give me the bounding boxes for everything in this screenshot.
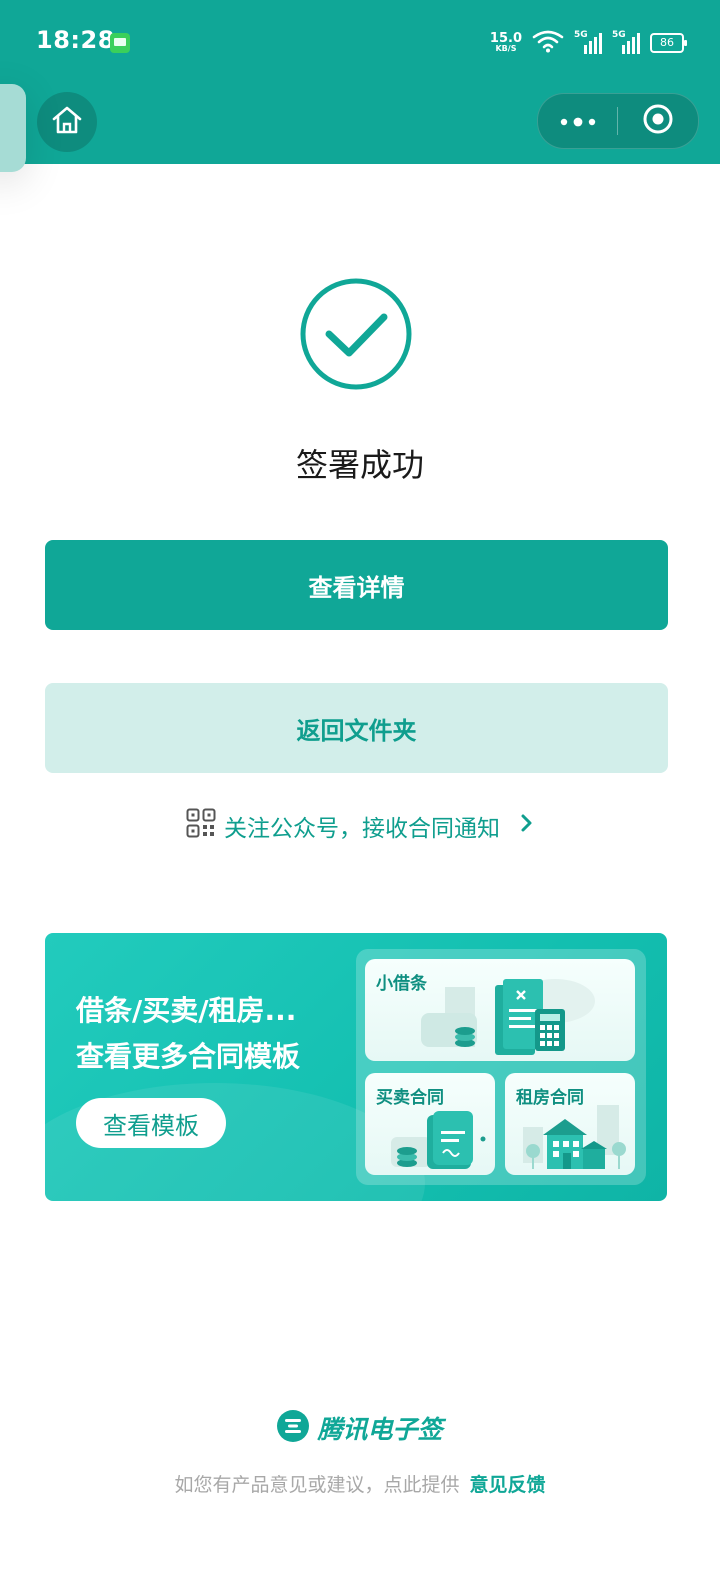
home-icon xyxy=(51,105,83,139)
more-button[interactable] xyxy=(538,94,618,148)
more-dots-icon xyxy=(558,112,598,131)
status-indicators: 15.0 KB/S 5G 5G 86 xyxy=(490,28,687,58)
template-card-rent[interactable]: 租房合同 xyxy=(505,1073,635,1175)
success-check-icon xyxy=(299,277,413,391)
loan-document-illustration-icon xyxy=(405,973,630,1061)
status-time: 18:28 xyxy=(36,26,115,54)
follow-official-account-link[interactable]: 关注公众号，接收合同通知 xyxy=(0,806,720,846)
feedback-link[interactable]: 意见反馈 xyxy=(470,1474,546,1496)
template-cards-frame: 小借条 买卖合同 租房合同 xyxy=(356,949,646,1185)
brand-logo: 腾讯电子签 xyxy=(0,1408,720,1448)
cell-signal-icon: 5G xyxy=(612,30,640,56)
banner-subheadline: 查看更多合同模板 xyxy=(76,1040,301,1073)
mini-program-capsule xyxy=(537,93,699,149)
feedback-note-text: 如您有产品意见或建议，点此提供 xyxy=(174,1474,460,1496)
template-card-sale-label: 买卖合同 xyxy=(376,1088,444,1108)
success-title: 签署成功 xyxy=(295,446,424,484)
house-illustration-icon xyxy=(513,1105,633,1175)
brand-name: 腾讯电子签 xyxy=(317,1415,443,1444)
feedback-note: 如您有产品意见或建议，点此提供 意见反馈 xyxy=(0,1470,720,1497)
template-card-loan[interactable]: 小借条 xyxy=(365,959,635,1061)
qr-code-icon xyxy=(186,808,216,844)
side-floating-tab[interactable] xyxy=(0,84,26,172)
wifi-icon xyxy=(532,29,564,57)
back-to-folder-button[interactable]: 返回文件夹 xyxy=(45,683,668,773)
cell-signal-icon: 5G xyxy=(574,30,602,56)
contract-templates-banner[interactable]: 借条/买卖/租房... 查看更多合同模板 查看模板 小借条 买卖合同 租房合同 xyxy=(45,933,667,1201)
tencent-esign-logo-icon xyxy=(277,1410,310,1446)
close-mini-program-button[interactable] xyxy=(618,94,698,148)
network-speed: 15.0 KB/S xyxy=(490,32,522,53)
sale-document-illustration-icon xyxy=(385,1107,495,1175)
battery-icon: 86 xyxy=(650,33,687,53)
home-button[interactable] xyxy=(37,92,97,152)
chevron-right-icon xyxy=(520,813,534,839)
view-templates-button[interactable]: 查看模板 xyxy=(76,1098,226,1148)
banner-headline: 借条/买卖/租房... xyxy=(76,994,297,1027)
top-bar: 18:28 15.0 KB/S 5G 5G 86 xyxy=(0,0,720,164)
message-app-icon xyxy=(110,33,130,53)
follow-link-text: 关注公众号，接收合同通知 xyxy=(224,816,500,842)
target-close-icon xyxy=(642,103,674,139)
template-card-sale[interactable]: 买卖合同 xyxy=(365,1073,495,1175)
view-details-button[interactable]: 查看详情 xyxy=(45,540,668,630)
